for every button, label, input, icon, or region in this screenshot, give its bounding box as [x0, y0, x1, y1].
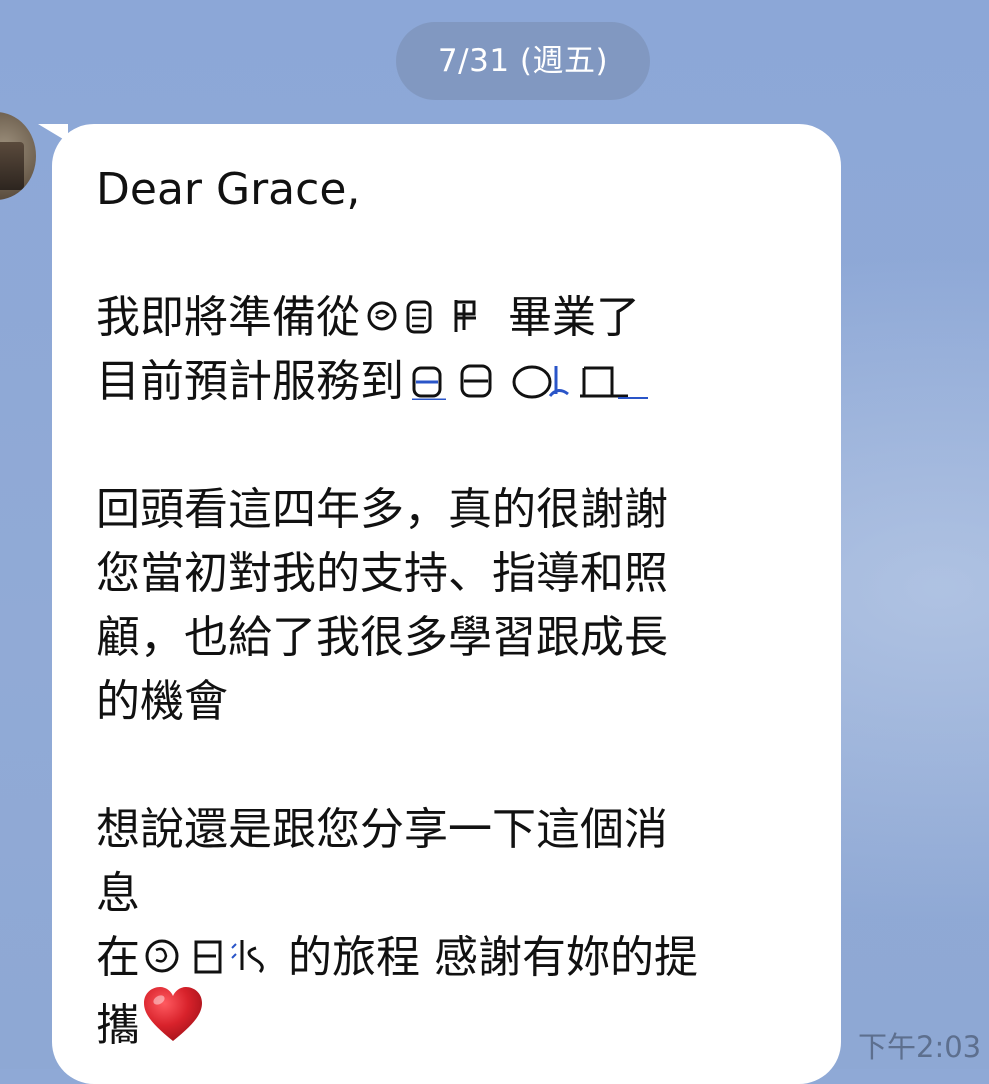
redacted-scribble — [144, 936, 284, 976]
message-line: 在 的旅程 感謝有妳的提 — [96, 926, 797, 990]
message-timestamp: 下午2:03 — [858, 1030, 982, 1064]
redacted-scribble — [408, 360, 658, 400]
message-line: 我即將準備從 畢業了 — [96, 286, 797, 350]
message-line: 的機會 — [96, 676, 228, 727]
message-line: 想說還是跟您分享一下這個消 — [96, 804, 668, 855]
message-bubble[interactable]: Dear Grace, 我即將準備從 畢業了 目前預計服務到 回頭看這四年多，真… — [52, 124, 841, 1084]
message-text: 攜 — [96, 1000, 140, 1051]
date-separator: 7/31 (週五) — [396, 22, 650, 100]
message-line: 息 — [96, 868, 140, 919]
message-line: 攜 — [96, 987, 797, 1054]
redacted-scribble — [364, 296, 504, 336]
message-line: 顧，也給了我很多學習跟成長 — [96, 612, 668, 663]
message-text: 畢業了 — [508, 292, 640, 343]
red-heart-icon — [142, 986, 204, 1062]
message-text: 目前預計服務到 — [96, 356, 404, 407]
message-text: 我即將準備從 — [96, 292, 360, 343]
message-text: 在 — [96, 932, 140, 983]
message-line: 回頭看這四年多，真的很謝謝 — [96, 484, 668, 535]
message-greeting: Dear Grace, — [96, 164, 361, 215]
message-text: 的旅程 感謝有妳的提 — [288, 932, 698, 983]
message-line: 您當初對我的支持、指導和照 — [96, 548, 668, 599]
message-line: 目前預計服務到 — [96, 350, 797, 414]
avatar-photo-detail — [0, 142, 24, 190]
